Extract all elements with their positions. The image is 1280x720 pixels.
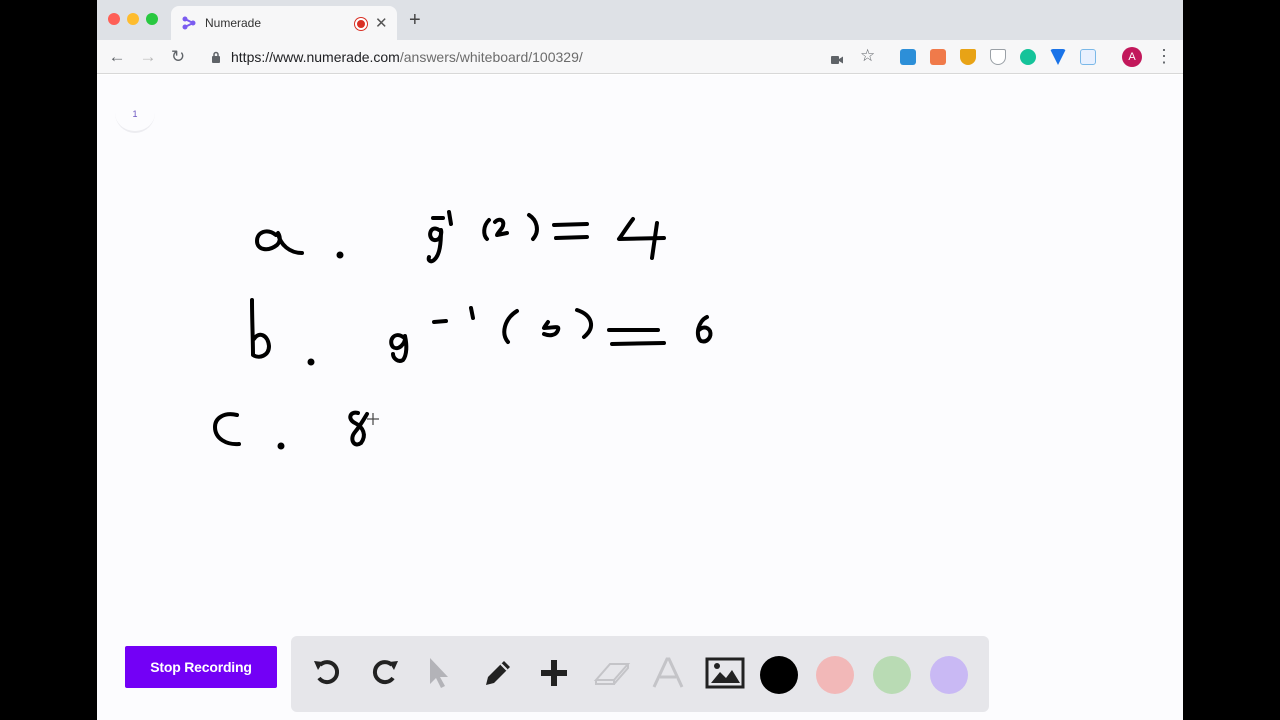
recording-indicator-icon	[355, 18, 367, 30]
color-black-swatch[interactable]	[760, 656, 798, 694]
color-red-swatch[interactable]	[816, 656, 854, 694]
trophy-icon[interactable]	[960, 49, 976, 65]
color-green-swatch[interactable]	[873, 656, 911, 694]
new-tab-icon[interactable]: +	[409, 10, 421, 30]
url-text: https://www.numerade.com/answers/whitebo…	[231, 49, 583, 65]
stop-recording-button[interactable]: Stop Recording	[125, 646, 277, 688]
back-icon[interactable]: ←	[107, 47, 127, 67]
extension-2-icon[interactable]	[930, 49, 946, 65]
extension-1-icon[interactable]	[900, 49, 916, 65]
numerade-logo-icon	[182, 16, 196, 35]
shield-icon[interactable]	[990, 49, 1006, 65]
forward-icon[interactable]: →	[138, 47, 158, 67]
pen-icon[interactable]	[478, 653, 518, 693]
select-pointer-icon[interactable]	[418, 653, 458, 693]
profile-avatar[interactable]: A	[1122, 47, 1142, 67]
vue-devtools-icon[interactable]	[1050, 49, 1066, 65]
color-purple-swatch[interactable]	[930, 656, 968, 694]
maximize-window-button[interactable]	[146, 13, 158, 25]
minimize-window-button[interactable]	[127, 13, 139, 25]
url-host: https://www.numerade.com	[231, 49, 400, 65]
tab-strip: Numerade ✕ +	[97, 0, 1183, 40]
whiteboard-canvas[interactable]: 1 Stop Recording	[97, 75, 1183, 720]
camera-icon[interactable]	[831, 52, 843, 70]
grammarly-icon[interactable]	[1020, 49, 1036, 65]
browser-tab[interactable]: Numerade ✕	[171, 6, 397, 40]
tab-title: Numerade	[205, 16, 262, 30]
tab-close-icon[interactable]: ✕	[375, 14, 388, 32]
reload-icon[interactable]: ↻	[168, 47, 188, 67]
lock-icon	[211, 50, 221, 68]
url-path: /answers/whiteboard/100329/	[399, 49, 583, 65]
handwriting-strokes	[213, 210, 713, 450]
bookmark-star-icon[interactable]: ☆	[860, 46, 875, 66]
undo-icon[interactable]	[308, 653, 348, 693]
more-menu-icon[interactable]: ⋮	[1155, 46, 1173, 66]
eraser-icon[interactable]	[592, 653, 632, 693]
browser-window: Numerade ✕ + ← → ↻ https://www.numerade.…	[97, 0, 1183, 720]
screen-icon[interactable]	[1080, 49, 1096, 65]
redo-icon[interactable]	[364, 653, 404, 693]
add-shape-icon[interactable]	[534, 653, 574, 693]
whiteboard-toolbar	[291, 636, 989, 712]
close-window-button[interactable]	[108, 13, 120, 25]
browser-toolbar: ← → ↻ https://www.numerade.com/answers/w…	[97, 40, 1183, 74]
address-bar[interactable]: https://www.numerade.com/answers/whitebo…	[205, 44, 847, 70]
image-icon[interactable]	[705, 653, 745, 693]
text-tool-icon[interactable]	[648, 653, 688, 693]
